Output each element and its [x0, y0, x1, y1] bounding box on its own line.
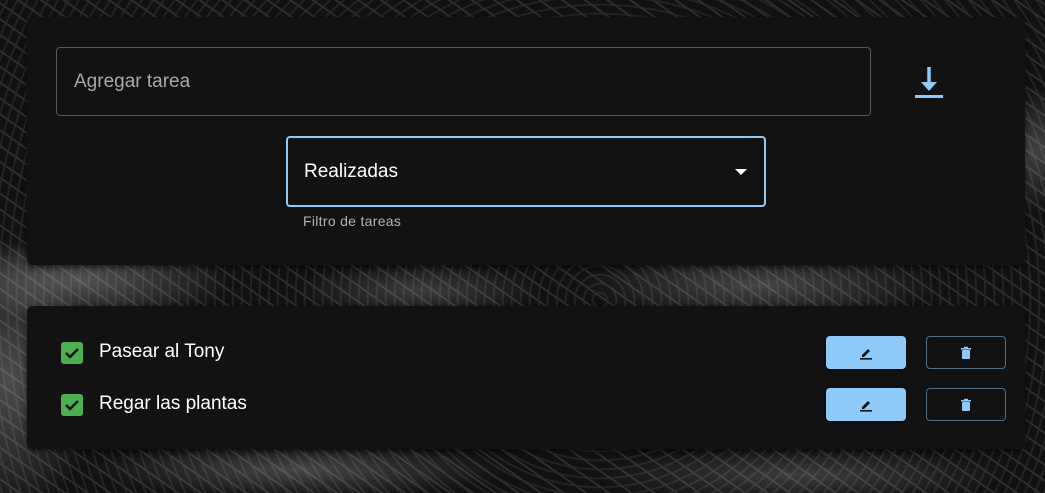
- pencil-icon: [860, 348, 872, 360]
- filter-selected-value: Realizadas: [304, 160, 398, 182]
- delete-task-button[interactable]: [926, 388, 1006, 421]
- add-task-placeholder: Agregar tarea: [74, 70, 191, 92]
- edit-task-button[interactable]: [826, 336, 906, 369]
- task-label: Pasear al Tony: [99, 341, 225, 362]
- check-icon: [65, 400, 79, 411]
- trash-icon: [961, 398, 971, 411]
- task-checkbox[interactable]: [61, 394, 83, 416]
- filter-helper-text: Filtro de tareas: [303, 213, 402, 229]
- task-row: Regar las plantas: [27, 384, 1025, 424]
- task-filter-select[interactable]: Realizadas: [286, 136, 766, 207]
- caret-down-icon: [735, 169, 747, 175]
- add-task-card: Agregar tarea Realizadas Filtro de tarea…: [27, 17, 1025, 265]
- trash-icon: [961, 346, 971, 359]
- task-checkbox[interactable]: [61, 342, 83, 364]
- edit-task-button[interactable]: [826, 388, 906, 421]
- task-label: Regar las plantas: [99, 393, 247, 414]
- save-task-button[interactable]: [907, 61, 951, 105]
- pencil-icon: [860, 400, 872, 412]
- delete-task-button[interactable]: [926, 336, 1006, 369]
- add-task-input[interactable]: Agregar tarea: [56, 47, 871, 116]
- task-row: Pasear al Tony: [27, 332, 1025, 372]
- check-icon: [65, 348, 79, 359]
- download-icon: [915, 67, 943, 98]
- task-list-card: Pasear al Tony Regar las plantas: [27, 306, 1025, 449]
